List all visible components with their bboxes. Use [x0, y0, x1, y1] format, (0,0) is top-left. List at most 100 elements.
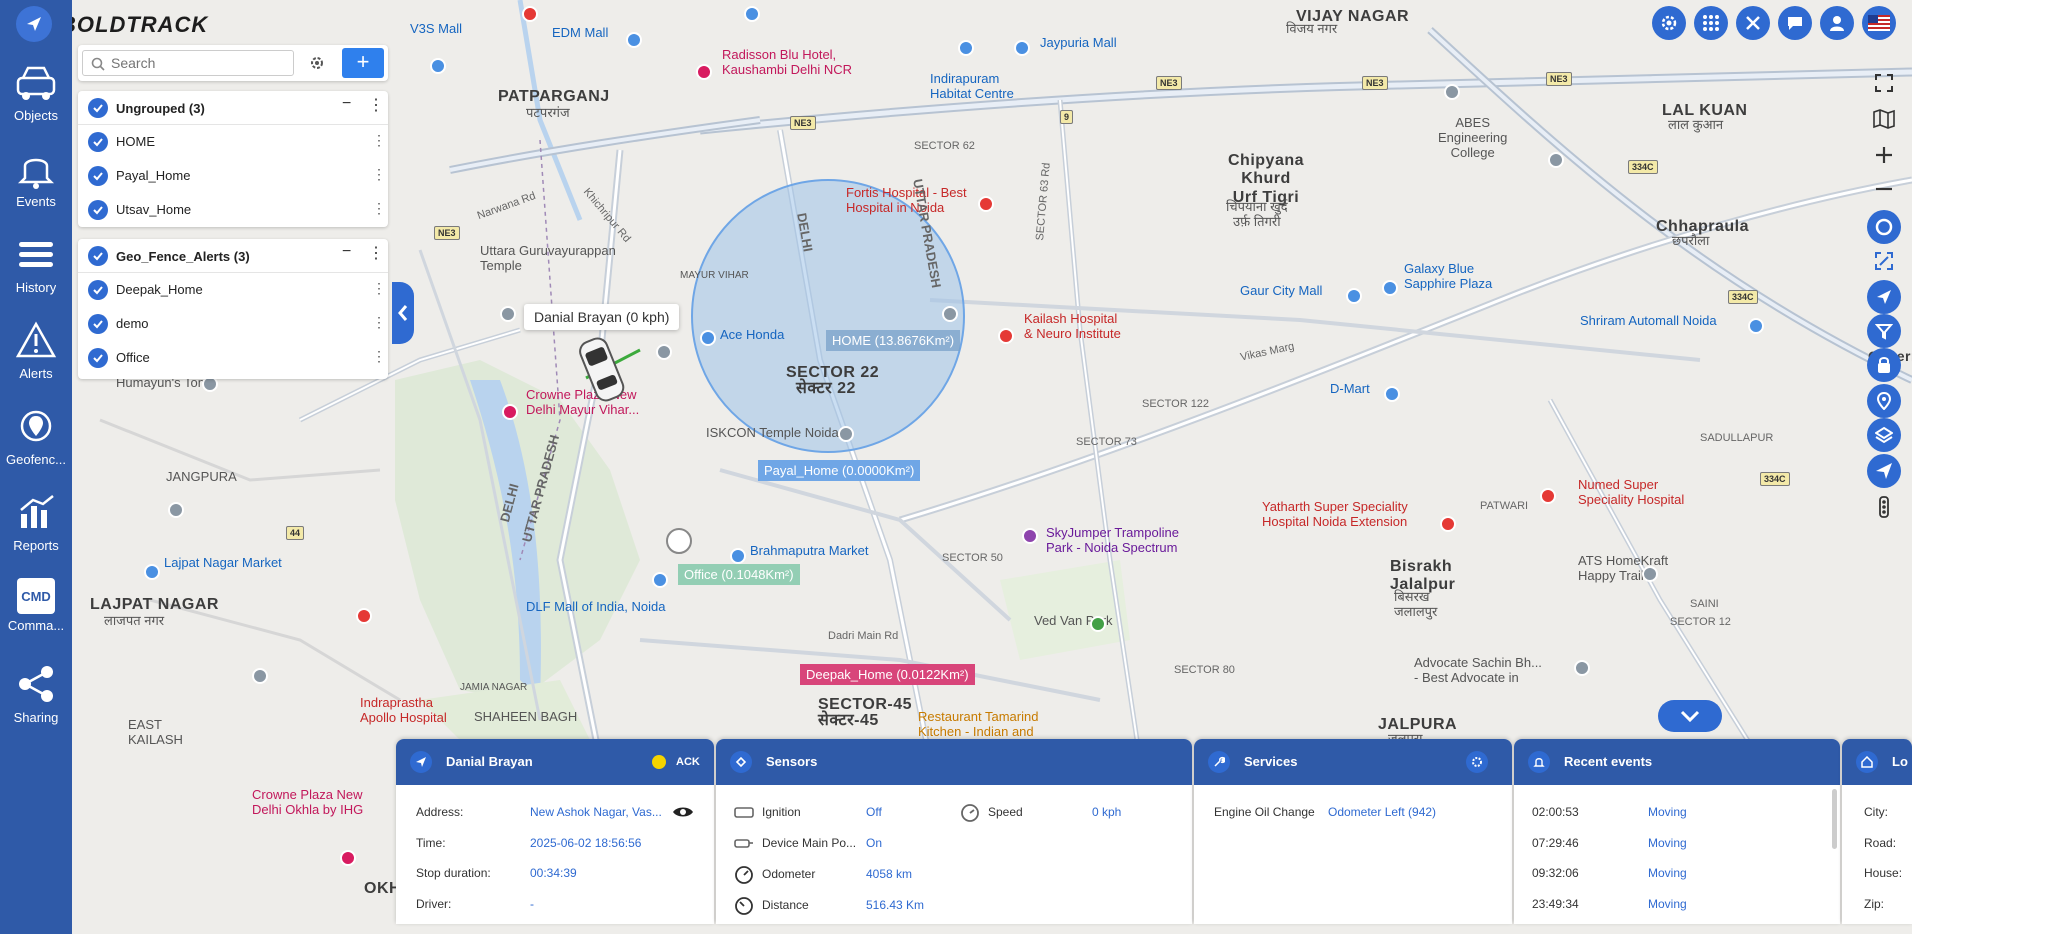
filter-button[interactable] — [1867, 314, 1901, 348]
sidebar-item-objects[interactable]: Objects — [0, 56, 72, 136]
profile-button[interactable] — [1820, 6, 1854, 40]
shop-pin[interactable] — [730, 548, 746, 564]
shop-pin[interactable] — [626, 32, 642, 48]
search-field[interactable] — [82, 50, 294, 76]
layers-button[interactable] — [1867, 418, 1901, 452]
place-pin[interactable] — [168, 502, 184, 518]
item-checkbox[interactable] — [88, 166, 108, 186]
shop-pin[interactable] — [430, 58, 446, 74]
ack-button[interactable]: ACK — [676, 756, 700, 768]
event-status[interactable]: Moving — [1648, 897, 1687, 911]
shop-pin[interactable] — [700, 330, 716, 346]
hospital-pin[interactable] — [1440, 516, 1456, 532]
hotel-pin[interactable] — [696, 64, 712, 80]
item-menu-button[interactable]: ⋮ — [372, 314, 386, 331]
list-item[interactable]: demo ⋮ — [78, 307, 388, 341]
shop-pin[interactable] — [144, 564, 160, 580]
geofence-label-home[interactable]: HOME (13.8676Km²) — [826, 330, 961, 351]
item-menu-button[interactable]: ⋮ — [372, 166, 386, 183]
geofence-toggle-button[interactable] — [1867, 210, 1901, 244]
more-controls-button[interactable] — [1866, 490, 1902, 524]
sidebar-item-sharing[interactable]: Sharing — [0, 658, 72, 738]
settings-button[interactable] — [1652, 6, 1686, 40]
place-pin[interactable] — [656, 344, 672, 360]
zoom-out-button[interactable] — [1866, 172, 1902, 206]
sidebar-item-history[interactable]: History — [0, 228, 72, 308]
place-pin[interactable] — [1548, 152, 1564, 168]
sidebar-item-events[interactable]: Events — [0, 142, 72, 222]
item-checkbox[interactable] — [88, 314, 108, 334]
sidebar-item-commands[interactable]: CMD Comma... — [0, 572, 72, 652]
collapse-group-button[interactable]: − — [342, 95, 351, 113]
geofence-label-payal-home[interactable]: Payal_Home (0.0000Km²) — [758, 460, 921, 481]
list-item[interactable]: Payal_Home ⋮ — [78, 159, 388, 193]
sidebar-item-geofence[interactable]: Geofenc... — [0, 400, 72, 480]
collapse-panel-button[interactable] — [392, 282, 414, 344]
item-checkbox[interactable] — [88, 132, 108, 152]
poi-button[interactable] — [1867, 384, 1901, 418]
group-checkbox[interactable] — [88, 246, 108, 266]
place-pin[interactable] — [1444, 84, 1460, 100]
list-item[interactable]: Deepak_Home ⋮ — [78, 273, 388, 307]
hospital-pin[interactable] — [998, 328, 1014, 344]
shop-pin[interactable] — [1346, 288, 1362, 304]
collapse-details-button[interactable] — [1658, 700, 1722, 732]
map-layers-button[interactable] — [1866, 102, 1902, 136]
car-icon[interactable] — [578, 332, 628, 408]
hospital-pin[interactable] — [356, 608, 372, 624]
item-checkbox[interactable] — [88, 280, 108, 300]
zoom-in-button[interactable] — [1866, 138, 1902, 172]
item-menu-button[interactable]: ⋮ — [372, 348, 386, 365]
item-menu-button[interactable]: ⋮ — [372, 200, 386, 217]
sidebar-item-reports[interactable]: Reports — [0, 486, 72, 566]
route-button[interactable] — [1867, 454, 1901, 488]
attraction-pin[interactable] — [1022, 528, 1038, 544]
place-pin[interactable] — [1642, 566, 1658, 582]
apps-button[interactable] — [1694, 6, 1728, 40]
event-status[interactable]: Moving — [1648, 836, 1687, 850]
shop-pin[interactable] — [958, 40, 974, 56]
fullscreen-button[interactable] — [1866, 66, 1902, 100]
item-checkbox[interactable] — [88, 200, 108, 220]
shop-pin[interactable] — [1014, 40, 1030, 56]
place-pin[interactable] — [252, 668, 268, 684]
shop-pin[interactable] — [652, 572, 668, 588]
eye-icon[interactable] — [672, 805, 694, 819]
place-pin[interactable] — [1574, 660, 1590, 676]
place-pin[interactable] — [500, 306, 516, 322]
geofence-label-deepak-home[interactable]: Deepak_Home (0.0122Km²) — [800, 664, 975, 685]
search-input[interactable] — [111, 54, 287, 72]
place-pin[interactable] — [838, 426, 854, 442]
hospital-pin[interactable] — [522, 6, 538, 22]
event-status[interactable]: Moving — [1648, 866, 1687, 880]
event-status[interactable]: Moving — [1648, 805, 1687, 819]
shop-pin[interactable] — [1748, 318, 1764, 334]
place-pin[interactable] — [942, 306, 958, 322]
tools-button[interactable] — [1736, 6, 1770, 40]
fit-bounds-button[interactable] — [1866, 244, 1902, 278]
museum-pin[interactable] — [666, 528, 692, 554]
collapse-group-button[interactable]: − — [342, 243, 351, 261]
item-checkbox[interactable] — [88, 348, 108, 368]
lock-button[interactable] — [1867, 348, 1901, 382]
item-menu-button[interactable]: ⋮ — [372, 280, 386, 297]
follow-button[interactable] — [1867, 280, 1901, 314]
settings-button[interactable] — [302, 50, 332, 76]
park-pin[interactable] — [1090, 616, 1106, 632]
list-item[interactable]: Office ⋮ — [78, 341, 388, 375]
list-item[interactable]: HOME ⋮ — [78, 125, 388, 159]
sidebar-item-alerts[interactable]: Alerts — [0, 314, 72, 394]
scrollbar[interactable] — [1832, 789, 1837, 849]
group-menu-button[interactable]: ⋮ — [368, 95, 384, 115]
chat-button[interactable] — [1778, 6, 1812, 40]
hotel-pin[interactable] — [340, 850, 356, 866]
shop-pin[interactable] — [1384, 386, 1400, 402]
add-object-button[interactable]: + — [342, 48, 384, 78]
list-item[interactable]: Utsav_Home ⋮ — [78, 193, 388, 227]
group-checkbox[interactable] — [88, 98, 108, 118]
shop-pin[interactable] — [1382, 280, 1398, 296]
hotel-pin[interactable] — [502, 404, 518, 420]
group-menu-button[interactable]: ⋮ — [368, 243, 384, 263]
language-button[interactable] — [1862, 6, 1896, 40]
services-settings-button[interactable] — [1466, 751, 1488, 773]
